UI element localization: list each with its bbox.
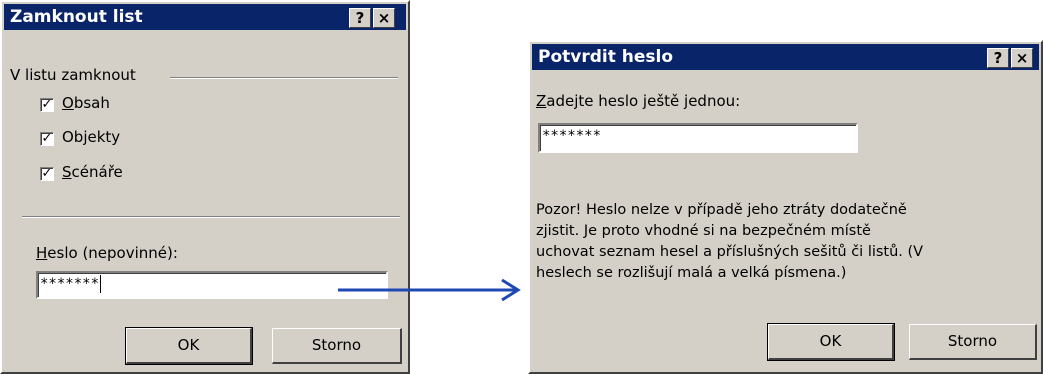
- cancel-button[interactable]: Storno: [272, 328, 402, 364]
- ok-button[interactable]: OK: [125, 327, 253, 365]
- confirm-password-dialog: Potvrdit heslo ? × Zadejte heslo ještě j…: [528, 40, 1043, 374]
- check-icon[interactable]: ✓: [40, 98, 54, 112]
- dialog-title: Zamknout list: [10, 7, 143, 27]
- title-bar: Potvrdit heslo ? ×: [532, 44, 1039, 70]
- check-icon[interactable]: ✓: [40, 167, 54, 181]
- help-button[interactable]: ?: [987, 48, 1009, 68]
- close-button[interactable]: ×: [373, 8, 395, 28]
- group-separator: [170, 77, 398, 79]
- prompt-label: Zadejte heslo ještě jednou:: [536, 92, 741, 110]
- warning-line: uchovat seznam hesel a příslušných sešit…: [536, 244, 924, 260]
- checkbox-label: Objekty: [62, 128, 121, 146]
- group-label: V listu zamknout: [10, 66, 136, 84]
- warning-line: zjistit. Je proto vhodné si na bezpečném…: [536, 223, 871, 239]
- warning-line: heslech se rozlišují malá a velká písmen…: [536, 265, 847, 281]
- text-caret: [100, 275, 102, 293]
- password-label: Heslo (nepovinné):: [36, 244, 178, 262]
- arrow-right-icon: [338, 278, 521, 302]
- divider: [22, 216, 400, 218]
- ok-button[interactable]: OK: [767, 323, 895, 361]
- lock-sheet-dialog: Zamknout list ? × V listu zamknout ✓ Obs…: [0, 0, 410, 374]
- close-button[interactable]: ×: [1011, 48, 1033, 68]
- check-icon[interactable]: ✓: [40, 132, 54, 146]
- dialog-title: Potvrdit heslo: [538, 47, 674, 67]
- title-bar: Zamknout list ? ×: [4, 4, 406, 30]
- checkbox-label: Scénáře: [62, 163, 123, 181]
- warning-text: Pozor! Heslo nelze v případě jeho ztráty…: [536, 200, 923, 284]
- help-button[interactable]: ?: [349, 8, 371, 28]
- confirm-password-input[interactable]: *******: [538, 123, 858, 153]
- checkbox-label: Obsah: [62, 94, 110, 112]
- cancel-button[interactable]: Storno: [909, 324, 1037, 360]
- warning-line: Pozor! Heslo nelze v případě jeho ztráty…: [536, 202, 907, 218]
